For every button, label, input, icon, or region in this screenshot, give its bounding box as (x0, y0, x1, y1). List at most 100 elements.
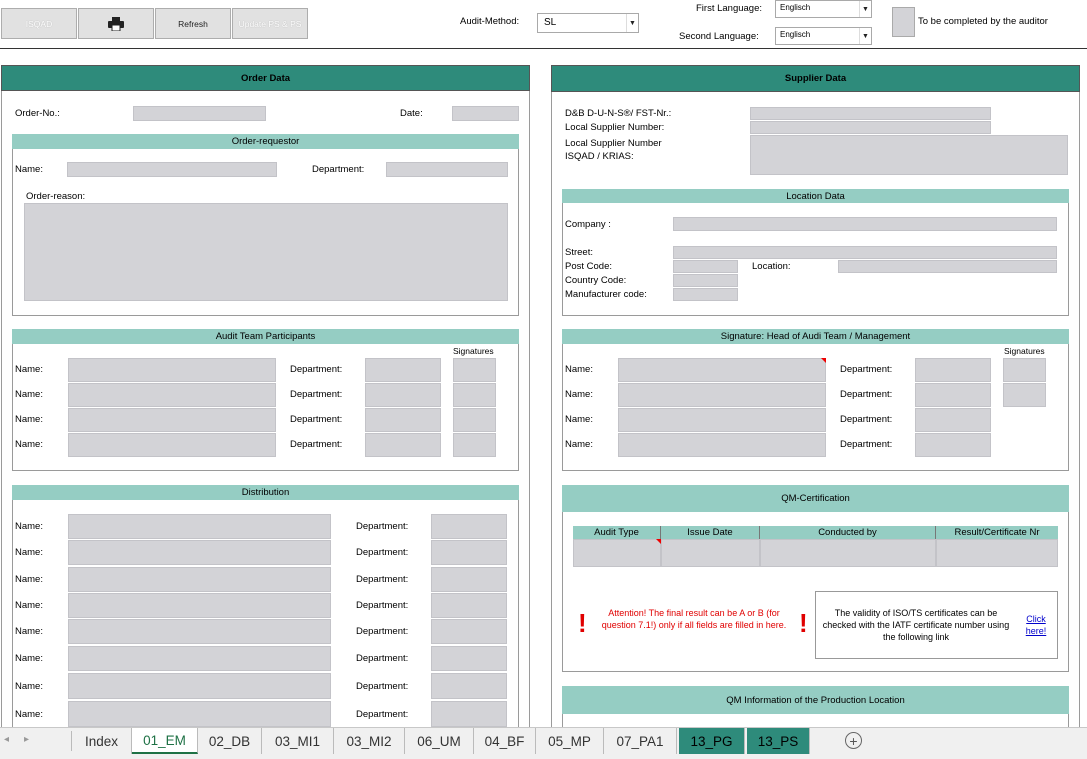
requestor-department-field[interactable] (386, 162, 508, 177)
country-code-field[interactable] (673, 274, 738, 287)
team-name-field[interactable] (68, 383, 276, 407)
signature-department-field[interactable] (915, 383, 991, 407)
second-language-value: Englisch (780, 30, 811, 39)
qm-info-header: QM Information of the Production Locatio… (562, 686, 1069, 714)
qm-result-field[interactable] (936, 539, 1058, 567)
team-department-field[interactable] (365, 433, 441, 457)
team-department-label: Department: (290, 414, 343, 425)
signature-signature-field[interactable] (1003, 358, 1046, 382)
street-field[interactable] (673, 246, 1057, 259)
tab-13-ps[interactable]: 13_PS (747, 728, 810, 754)
tab-01-em[interactable]: 01_EM (132, 728, 198, 754)
signature-signature-field[interactable] (1003, 383, 1046, 407)
signature-name-label: Name: (565, 389, 593, 400)
team-signature-field[interactable] (453, 358, 496, 382)
audit-method-select[interactable]: SL ▼ (537, 13, 639, 33)
tab-02-db[interactable]: 02_DB (198, 728, 262, 754)
print-button[interactable] (78, 8, 154, 39)
isqad-supplier-field[interactable] (750, 135, 1068, 175)
distribution-department-field[interactable] (431, 646, 507, 671)
distribution-department-field[interactable] (431, 593, 507, 618)
distribution-department-field[interactable] (431, 619, 507, 644)
auditor-legend-swatch (892, 7, 915, 37)
distribution-department-field[interactable] (431, 673, 507, 699)
tab-04-bf[interactable]: 04_BF (474, 728, 536, 754)
chevron-down-icon: ▼ (859, 28, 871, 44)
distribution-department-field[interactable] (431, 567, 507, 592)
tab-06-um[interactable]: 06_UM (405, 728, 474, 754)
chevron-down-icon: ▼ (626, 14, 638, 32)
distribution-name-field[interactable] (68, 646, 331, 671)
distribution-name-field[interactable] (68, 567, 331, 592)
team-department-field[interactable] (365, 408, 441, 432)
scroll-left-icon[interactable]: ◂ (4, 734, 9, 745)
team-name-field[interactable] (68, 433, 276, 457)
tab-07-pa1[interactable]: 07_PA1 (604, 728, 677, 754)
first-language-select[interactable]: Englisch ▼ (775, 0, 872, 18)
scroll-right-icon[interactable]: ▸ (24, 734, 29, 745)
signature-name-field[interactable] (618, 433, 826, 457)
team-signature-field[interactable] (453, 383, 496, 407)
distribution-department-field[interactable] (431, 514, 507, 539)
click-here-link[interactable]: Click here! (1022, 613, 1050, 637)
local-supplier-field[interactable] (750, 121, 991, 134)
team-department-field[interactable] (365, 383, 441, 407)
isqad-button[interactable]: ISQAD (1, 8, 77, 39)
manufacturer-code-field[interactable] (673, 288, 738, 301)
distribution-name-field[interactable] (68, 619, 331, 644)
supplier-data-header: Supplier Data (551, 65, 1080, 92)
tab-03-mi1[interactable]: 03_MI1 (262, 728, 334, 754)
signature-name-field[interactable] (618, 408, 826, 432)
duns-field[interactable] (750, 107, 991, 120)
qm-col-result: Result/Certificate Nr (936, 526, 1058, 539)
qm-conducted-by-field[interactable] (760, 539, 936, 567)
team-name-field[interactable] (68, 408, 276, 432)
distribution-department-field[interactable] (431, 540, 507, 565)
distribution-name-label: Name: (15, 709, 43, 720)
tab-05-mp[interactable]: 05_MP (536, 728, 604, 754)
distribution-department-label: Department: (356, 653, 409, 664)
post-code-field[interactable] (673, 260, 738, 273)
order-no-label: Order-No.: (15, 108, 60, 119)
date-field[interactable] (452, 106, 519, 121)
second-language-label: Second Language: (679, 31, 759, 42)
company-field[interactable] (673, 217, 1057, 231)
team-name-field[interactable] (68, 358, 276, 382)
qm-col-conducted-by: Conducted by (760, 526, 936, 539)
tab-03-mi2[interactable]: 03_MI2 (334, 728, 405, 754)
order-no-field[interactable] (133, 106, 266, 121)
signature-name-field[interactable] (618, 358, 826, 382)
signature-department-field[interactable] (915, 408, 991, 432)
tab-13-pg[interactable]: 13_PG (679, 728, 745, 754)
refresh-button[interactable]: Refresh (155, 8, 231, 39)
qm-issue-date-field[interactable] (661, 539, 760, 567)
qm-audit-type-field[interactable] (573, 539, 661, 567)
order-requestor-header: Order-requestor (12, 134, 519, 149)
team-department-field[interactable] (365, 358, 441, 382)
add-sheet-icon[interactable]: + (845, 732, 862, 749)
distribution-name-field[interactable] (68, 514, 331, 539)
signature-name-field[interactable] (618, 383, 826, 407)
team-signature-field[interactable] (453, 408, 496, 432)
team-signatures-label: Signatures (453, 346, 494, 356)
street-label: Street: (565, 247, 593, 258)
signature-department-field[interactable] (915, 358, 991, 382)
second-language-select[interactable]: Englisch ▼ (775, 27, 872, 45)
distribution-name-field[interactable] (68, 540, 331, 565)
distribution-name-field[interactable] (68, 701, 331, 727)
team-signature-field[interactable] (453, 433, 496, 457)
team-name-label: Name: (15, 389, 43, 400)
location-field[interactable] (838, 260, 1057, 273)
comment-indicator[interactable] (821, 358, 826, 363)
requestor-name-field[interactable] (67, 162, 277, 177)
qm-col-issue-date: Issue Date (661, 526, 760, 539)
distribution-department-field[interactable] (431, 701, 507, 727)
distribution-name-field[interactable] (68, 673, 331, 699)
auditor-legend-text: To be completed by the auditor (918, 16, 1048, 27)
signature-department-label: Department: (840, 414, 893, 425)
update-button[interactable]: Update PS & PS (232, 8, 308, 39)
tab-index[interactable]: Index (72, 728, 132, 754)
order-reason-field[interactable] (24, 203, 508, 301)
signature-department-field[interactable] (915, 433, 991, 457)
distribution-name-field[interactable] (68, 593, 331, 618)
